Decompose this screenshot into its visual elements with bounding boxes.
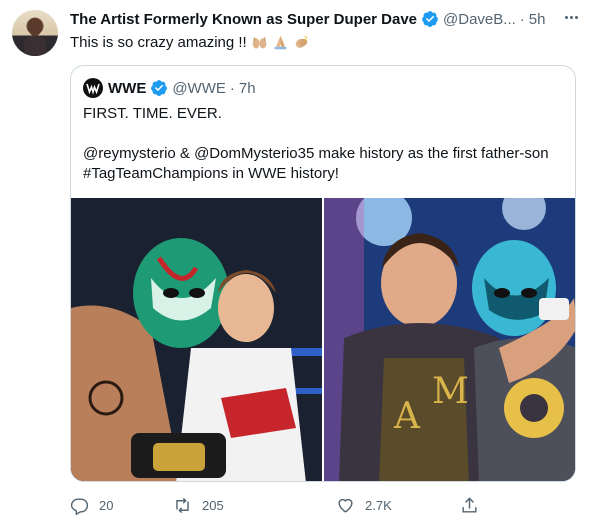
media-photo[interactable] [71, 198, 322, 481]
photo-letter: M [432, 371, 469, 412]
quoted-text-line: #TagTeamChampions in WWE history! [83, 165, 339, 182]
quoted-tweet-header: WWE @WWE · 7h [83, 78, 256, 98]
retweet-count: 205 [202, 497, 224, 513]
photo-tag-team-celebration: A M [324, 198, 575, 481]
avatar[interactable] [12, 10, 58, 56]
media-grid: A M [71, 198, 575, 481]
verified-badge-icon [422, 11, 438, 27]
quoted-timestamp[interactable]: 7h [239, 80, 256, 97]
raising-hands-emoji [252, 37, 267, 49]
share-icon [462, 496, 477, 513]
reply-button[interactable]: 20 [70, 496, 113, 515]
clapping-hands-emoji [295, 35, 308, 48]
media-photo[interactable]: A M [324, 198, 575, 481]
timestamp[interactable]: 5h [529, 11, 546, 28]
tweet-text-body: This is so crazy amazing !! [70, 34, 247, 51]
tweet-text: This is so crazy amazing !! [70, 34, 310, 51]
photo-letter: A [393, 396, 421, 437]
share-button[interactable] [460, 496, 479, 515]
separator-dot: · [519, 10, 525, 28]
retweet-button[interactable]: 205 [173, 496, 224, 515]
quoted-handle[interactable]: @WWE [172, 80, 226, 97]
quoted-tweet[interactable]: WWE @WWE · 7h FIRST. TIME. EVER. @reymys… [70, 65, 576, 482]
quoted-display-name[interactable]: WWE [108, 80, 146, 97]
reply-icon [70, 497, 89, 515]
wwe-logo-icon[interactable] [83, 78, 103, 98]
verified-badge-icon [151, 80, 168, 96]
separator-dot: · [229, 79, 235, 97]
folded-hands-emoji [274, 35, 287, 50]
display-name[interactable]: The Artist Formerly Known as Super Duper… [70, 11, 417, 28]
quoted-text-line: @reymysterio & @DomMysterio35 make histo… [83, 145, 549, 162]
quoted-text-line: FIRST. TIME. EVER. [83, 105, 222, 122]
tweet-actions: 20 205 2.7K [70, 494, 576, 516]
like-button[interactable]: 2.7K [336, 496, 392, 515]
heart-icon [338, 498, 353, 513]
handle[interactable]: @DaveB... [443, 11, 516, 28]
more-options-icon[interactable] [561, 7, 581, 27]
tweet[interactable]: The Artist Formerly Known as Super Duper… [0, 0, 593, 520]
avatar-head [28, 18, 42, 36]
photo-father-and-son [71, 198, 322, 481]
retweet-icon [176, 497, 189, 513]
reply-count: 20 [99, 497, 114, 513]
wwe-logo-mark [86, 83, 100, 95]
avatar-suit [24, 36, 46, 56]
like-count: 2.7K [365, 497, 392, 513]
tweet-header: The Artist Formerly Known as Super Duper… [70, 9, 581, 29]
